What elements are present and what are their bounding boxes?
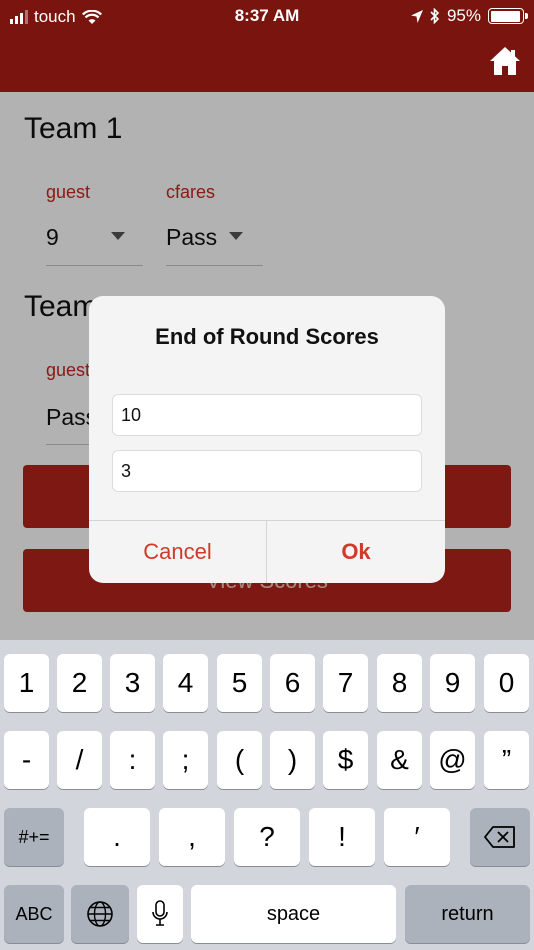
key-semicolon[interactable]: ;	[163, 731, 208, 789]
microphone-icon	[152, 900, 168, 926]
bluetooth-icon	[430, 8, 440, 24]
key-9[interactable]: 9	[430, 654, 475, 712]
key-open-paren[interactable]: (	[217, 731, 262, 789]
nav-bar	[0, 34, 534, 92]
ok-button[interactable]: Ok	[267, 520, 445, 583]
keyboard: 1 2 3 4 5 6 7 8 9 0 - / : ; ( ) $ & @ ” …	[0, 640, 534, 950]
key-7[interactable]: 7	[323, 654, 368, 712]
key-more-symbols[interactable]: #+=	[4, 808, 64, 866]
team1-score-input[interactable]: 10	[112, 394, 422, 436]
key-hyphen[interactable]: -	[4, 731, 49, 789]
key-quote[interactable]: ”	[484, 731, 529, 789]
key-2[interactable]: 2	[57, 654, 102, 712]
key-comma[interactable]: ,	[159, 808, 225, 866]
location-arrow-icon	[410, 9, 423, 23]
key-at[interactable]: @	[430, 731, 475, 789]
key-6[interactable]: 6	[270, 654, 315, 712]
cancel-button[interactable]: Cancel	[89, 520, 266, 583]
dialog-title: End of Round Scores	[155, 324, 379, 349]
key-exclamation[interactable]: !	[309, 808, 375, 866]
key-slash[interactable]: /	[57, 731, 102, 789]
team2-score-input[interactable]: 3	[112, 450, 422, 492]
key-close-paren[interactable]: )	[270, 731, 315, 789]
globe-icon	[87, 901, 113, 927]
key-8[interactable]: 8	[377, 654, 422, 712]
abc-key[interactable]: ABC	[4, 885, 64, 943]
end-of-round-dialog: End of Round Scores 10 3 Cancel Ok	[89, 296, 445, 583]
status-right: 95%	[410, 6, 528, 26]
microphone-key[interactable]	[137, 885, 183, 943]
key-5[interactable]: 5	[217, 654, 262, 712]
backspace-icon	[484, 826, 515, 848]
space-key[interactable]: space	[191, 885, 396, 943]
key-question[interactable]: ?	[234, 808, 300, 866]
key-ampersand[interactable]: &	[377, 731, 422, 789]
globe-key[interactable]	[71, 885, 129, 943]
key-colon[interactable]: :	[110, 731, 155, 789]
status-bar: touch 8:37 AM 95%	[0, 0, 534, 34]
battery-percent: 95%	[446, 6, 481, 25]
key-3[interactable]: 3	[110, 654, 155, 712]
key-apostrophe[interactable]: ′	[384, 808, 450, 866]
return-key[interactable]: return	[405, 885, 530, 943]
battery-icon	[488, 8, 528, 24]
key-1[interactable]: 1	[4, 654, 49, 712]
key-4[interactable]: 4	[163, 654, 208, 712]
home-icon[interactable]	[488, 44, 522, 78]
key-period[interactable]: .	[84, 808, 150, 866]
key-0[interactable]: 0	[484, 654, 529, 712]
backspace-key[interactable]	[470, 808, 530, 866]
key-dollar[interactable]: $	[323, 731, 368, 789]
